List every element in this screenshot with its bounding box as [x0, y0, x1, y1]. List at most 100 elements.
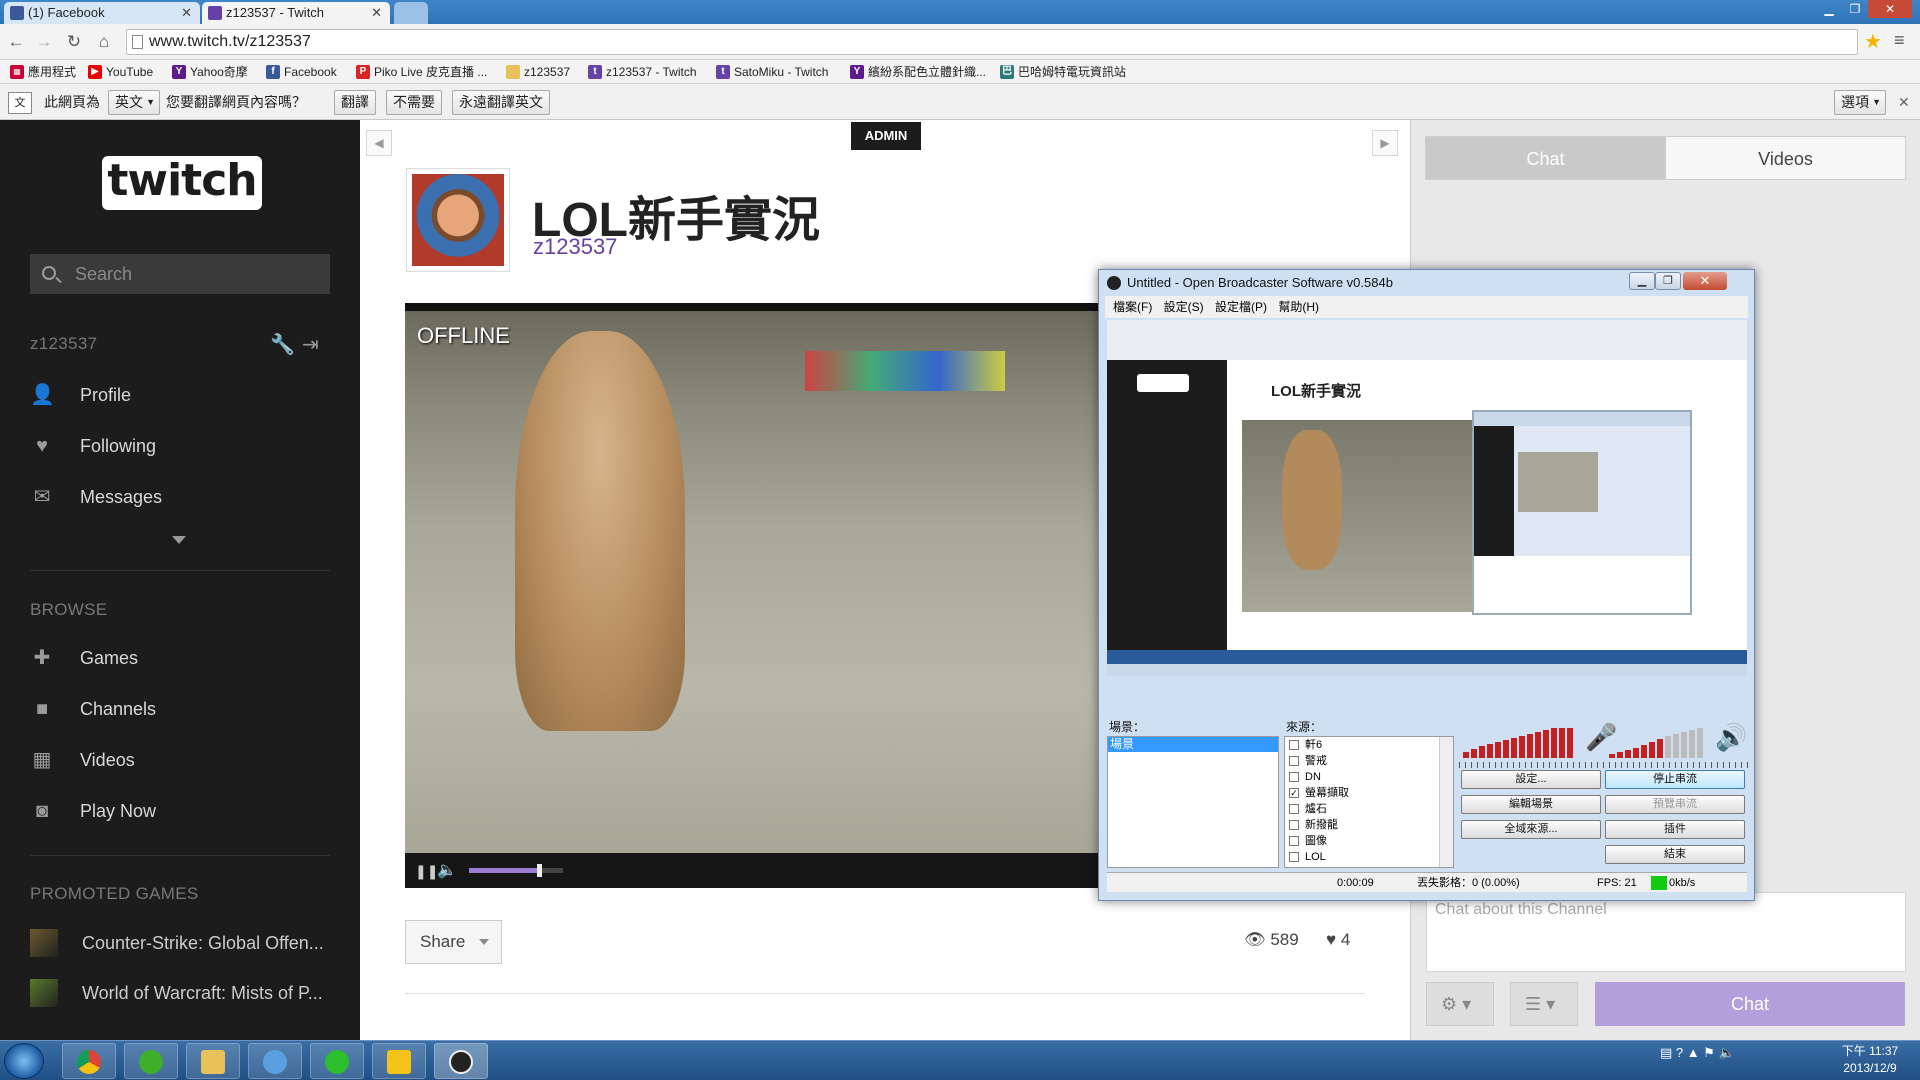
address-bar[interactable]: www.twitch.tv/z123537	[126, 29, 1858, 55]
plugins-button[interactable]: 插件	[1605, 820, 1745, 839]
tab-facebook[interactable]: (1) Facebook ✕	[4, 2, 200, 24]
menu-help[interactable]: 幫助(H)	[1278, 300, 1319, 314]
source-item[interactable]: 爐石	[1285, 801, 1453, 817]
next-arrow-icon[interactable]: ▶	[1372, 130, 1398, 156]
exit-button[interactable]: 結束	[1605, 845, 1745, 864]
new-tab-button[interactable]	[394, 2, 428, 24]
scene-item[interactable]: 場景	[1108, 737, 1278, 752]
source-checkbox[interactable]: ✓	[1289, 788, 1299, 798]
line-taskbar-icon[interactable]	[310, 1043, 364, 1079]
options-button[interactable]: 選項 ▼	[1834, 90, 1886, 115]
sidebar-item-channels[interactable]: ■ Channels	[30, 694, 156, 724]
volume-slider[interactable]	[469, 864, 563, 877]
source-checkbox[interactable]	[1289, 836, 1299, 846]
utorrent-taskbar-icon[interactable]	[124, 1043, 178, 1079]
close-tab-icon[interactable]: ✕	[371, 2, 382, 24]
sidebar-item-following[interactable]: ♥ Following	[30, 431, 156, 461]
bookmark-apps[interactable]: ▦ 應用程式	[10, 60, 76, 84]
tab-videos[interactable]: Videos	[1665, 136, 1906, 180]
bookmark-star-icon[interactable]: ★	[1864, 29, 1882, 54]
bookmark-gamer[interactable]: 巴巴哈姆特電玩資訊站	[1000, 60, 1126, 84]
close-tab-icon[interactable]: ✕	[181, 2, 192, 24]
menu-file[interactable]: 檔案(F)	[1113, 300, 1152, 314]
scenes-list[interactable]: 場景	[1107, 736, 1279, 868]
share-button[interactable]: Share	[405, 920, 502, 964]
maximize-icon[interactable]: ❐	[1655, 272, 1681, 290]
bookmark-yahoo[interactable]: Y Yahoo奇摩	[172, 60, 248, 84]
flag-icon[interactable]: ⚑	[1703, 1045, 1715, 1060]
volume-handle[interactable]	[536, 864, 542, 877]
sidebar-item-play-now[interactable]: ◙ Play Now	[30, 796, 156, 826]
source-checkbox[interactable]	[1289, 756, 1299, 766]
translate-button[interactable]: 翻譯	[334, 90, 376, 115]
back-arrow-icon[interactable]: ←	[4, 30, 28, 54]
source-checkbox[interactable]	[1289, 740, 1299, 750]
source-checkbox[interactable]	[1289, 772, 1299, 782]
stop-stream-button[interactable]: 停止串流	[1605, 770, 1745, 789]
forward-arrow-icon[interactable]: →	[32, 30, 56, 54]
microphone-icon[interactable]: 🎤	[1585, 722, 1617, 753]
home-icon[interactable]: ⌂	[92, 30, 116, 54]
obs-taskbar-icon[interactable]	[434, 1043, 488, 1079]
sources-scrollbar[interactable]	[1439, 737, 1453, 867]
chat-settings-button[interactable]: ⚙ ▾	[1426, 982, 1494, 1026]
speaker-icon[interactable]: 🔊	[1715, 722, 1747, 753]
kakao-taskbar-icon[interactable]	[372, 1043, 426, 1079]
menu-profiles[interactable]: 設定檔(P)	[1215, 300, 1267, 314]
menu-settings[interactable]: 設定(S)	[1164, 300, 1204, 314]
source-item[interactable]: DN	[1285, 769, 1453, 785]
source-item[interactable]: 警戒	[1285, 753, 1453, 769]
close-window-icon[interactable]: ✕	[1683, 272, 1727, 290]
app-taskbar-icon[interactable]	[248, 1043, 302, 1079]
global-sources-button[interactable]: 全域來源...	[1461, 820, 1601, 839]
logout-icon[interactable]: ⇥	[302, 332, 319, 357]
chat-send-button[interactable]: Chat	[1595, 982, 1905, 1026]
source-item[interactable]: LOL	[1285, 849, 1453, 865]
source-item[interactable]: 軒6	[1285, 737, 1453, 753]
tab-twitch[interactable]: z123537 - Twitch ✕	[202, 2, 390, 24]
source-item[interactable]: 新撥龍	[1285, 817, 1453, 833]
close-window-icon[interactable]: ✕	[1868, 0, 1912, 18]
expand-chevron-icon[interactable]	[172, 536, 186, 551]
menu-icon[interactable]: ≡	[1894, 30, 1905, 51]
source-checkbox[interactable]	[1289, 852, 1299, 862]
bookmark-youtube[interactable]: ▶ YouTube	[88, 60, 153, 84]
channel-avatar[interactable]	[406, 168, 510, 272]
sidebar-item-games[interactable]: ✚ Games	[30, 643, 138, 673]
bookmark-yahoo-shop[interactable]: Y 繽紛系配色立體針織...	[850, 60, 986, 84]
explorer-taskbar-icon[interactable]	[186, 1043, 240, 1079]
source-checkbox[interactable]	[1289, 804, 1299, 814]
language-select[interactable]: 英文 ▼	[108, 90, 160, 115]
minimize-icon[interactable]: ▁	[1629, 272, 1655, 290]
chat-list-button[interactable]: ☰ ▾	[1510, 982, 1578, 1026]
promoted-game-item[interactable]: Counter-Strike: Global Offen...	[30, 928, 340, 958]
tab-chat[interactable]: Chat	[1425, 136, 1666, 180]
sidebar-item-messages[interactable]: ✉ Messages	[30, 482, 162, 512]
volume-icon[interactable]: 🔈	[1719, 1045, 1735, 1060]
bookmark-facebook[interactable]: f Facebook	[266, 60, 337, 84]
preview-stream-button[interactable]: 預覽串流	[1605, 795, 1745, 814]
minimize-icon[interactable]: ▁	[1816, 0, 1842, 18]
pause-icon[interactable]: ❚❚	[415, 863, 438, 880]
clock[interactable]: 下午 11:37 2013/12/9	[1830, 1043, 1910, 1077]
maximize-icon[interactable]: ❐	[1842, 0, 1868, 18]
source-item[interactable]: ✓ 螢幕擷取	[1285, 785, 1453, 801]
prev-arrow-icon[interactable]: ◀	[366, 130, 392, 156]
tray-expand-icon[interactable]: ▲	[1687, 1045, 1700, 1060]
always-translate-button[interactable]: 永遠翻譯英文	[452, 90, 550, 115]
sidebar-item-videos[interactable]: ▦ Videos	[30, 745, 135, 775]
chat-input[interactable]: Chat about this Channel	[1426, 892, 1906, 972]
reload-icon[interactable]: ↻	[62, 30, 86, 54]
channel-name-link[interactable]: z123537	[533, 234, 617, 260]
volume-icon[interactable]: 🔈	[437, 860, 457, 880]
help-icon[interactable]: ?	[1676, 1045, 1683, 1060]
source-item[interactable]: 圖像	[1285, 833, 1453, 849]
bookmark-folder[interactable]: z123537	[506, 60, 570, 84]
bookmark-twitch[interactable]: t z123537 - Twitch	[588, 60, 697, 84]
source-checkbox[interactable]	[1289, 820, 1299, 830]
search-input[interactable]: Search	[30, 254, 330, 294]
close-translate-icon[interactable]: ✕	[1898, 84, 1910, 120]
wrench-icon[interactable]: 🔧	[270, 332, 295, 357]
sources-list[interactable]: 軒6 警戒 DN ✓ 螢幕擷取 爐石 新撥龍 圖像 LOL	[1284, 736, 1454, 868]
bookmark-satomiku[interactable]: t SatoMiku - Twitch	[716, 60, 828, 84]
